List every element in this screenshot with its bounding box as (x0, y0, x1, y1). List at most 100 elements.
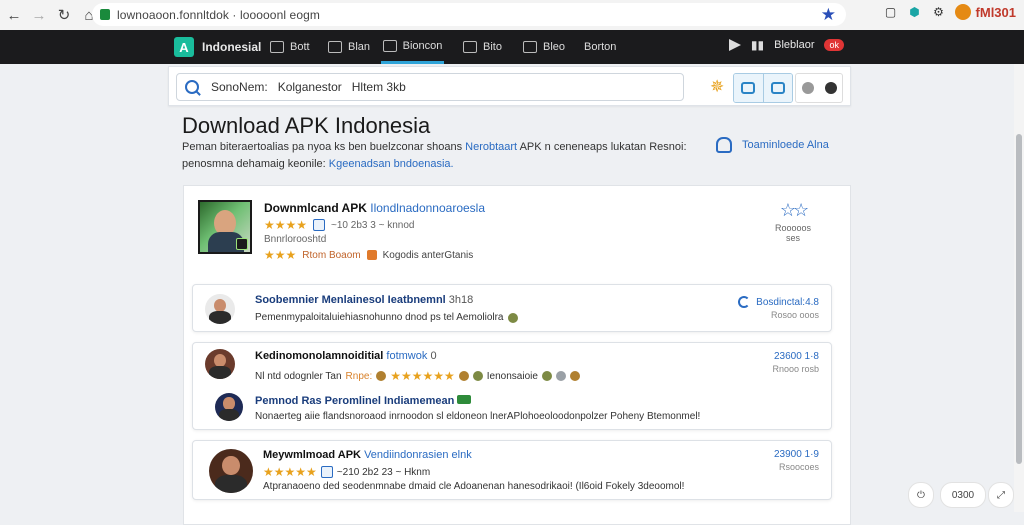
tag-text: Kogodis anterGtanis (382, 249, 474, 261)
list-item-meta-row: ★★★★★ ~210 2b2 23 ~ Hknm (263, 465, 430, 479)
title-text: Pemnod Ras Peromlinel (255, 395, 381, 407)
title-text: Meywmlmoad APK (263, 449, 362, 461)
subtitle-text: Atpranaoeno ded seodenmnabe dmaid cle Ad… (263, 481, 685, 492)
list-icon (770, 82, 785, 94)
shield-icon[interactable]: ⬢ (907, 4, 923, 20)
user-menu-label[interactable]: Bleblaor (774, 39, 814, 51)
avatar[interactable] (824, 82, 837, 94)
folder-icon (382, 39, 397, 52)
download-link[interactable]: Toaminloede Alna (716, 137, 829, 153)
info-icon (320, 466, 333, 478)
refresh-icon (738, 296, 751, 308)
nav-item-2[interactable]: Blan (328, 30, 370, 64)
list-item-subtitle: Atpranaoeno ded seodenmnabe dmaid cle Ad… (263, 481, 684, 492)
nav-item-4[interactable]: Bito (463, 30, 502, 64)
view-toggle (733, 73, 793, 103)
zoom-control[interactable]: 0300 (940, 482, 986, 508)
list-item-title[interactable]: Soobemnier Menlainesol Ieatbnemnl 3h18 (255, 294, 473, 306)
list-item[interactable]: Meywmlmoad APK Vendiindonrasien elnk ★★★… (192, 440, 832, 500)
desc-link[interactable]: Kgeenadsan bndoenasia. (329, 158, 454, 170)
profile-label: fMl301 (975, 4, 1016, 20)
nav-item-label: Bioncon (402, 39, 443, 52)
browser-toolbar: ← → ↻ ⌂ lownoaoon.fonnltdok · looooonl e… (0, 0, 1024, 30)
profile-button[interactable]: fMl301 (954, 4, 1016, 20)
bookmark-star-icon[interactable]: ★ (821, 5, 836, 25)
rating-text: Rtom Boaom (302, 249, 361, 261)
nested-item-subtitle: Nonaerteg aiie flandsnoroaod inrnoodon s… (255, 411, 701, 422)
expand-icon[interactable]: ⤢ (988, 482, 1014, 508)
favorite-label: Rooooos ses (774, 223, 812, 243)
app-thumbnail[interactable] (198, 200, 252, 254)
nav-item-label: Blan (348, 41, 371, 53)
address-bar[interactable]: lownoaoon.fonnltdok · looooonl eogm ★ (92, 3, 846, 26)
search-box[interactable] (176, 73, 684, 101)
emoji-icon (458, 371, 469, 381)
title-text: Kedinomonolamnoiditial (255, 350, 384, 362)
lock-icon[interactable]: ▢ (883, 4, 899, 20)
search-input[interactable] (209, 79, 673, 95)
rating-stars-icon: ★★★ (264, 248, 297, 262)
back-icon[interactable]: ← (3, 4, 25, 26)
list-item-title[interactable]: Meywmlmoad APK Vendiindonrasien elnk (263, 449, 472, 461)
subtitle-text: Nl ntd odognler Tan (255, 370, 342, 382)
scrollbar-thumb[interactable] (1016, 134, 1022, 464)
box-icon (523, 41, 537, 53)
nav-item-3[interactable]: Bioncon (381, 30, 444, 64)
featured-title[interactable]: Downmlcand APK Ilondlnadonnoaroesla (264, 201, 485, 215)
featured-meta-text: ~10 2b3 3 ~ knnod (331, 219, 415, 231)
grid-icon (270, 41, 284, 53)
nav-item-1[interactable]: Bott (270, 30, 310, 64)
nav-item-6[interactable]: Borton (584, 30, 616, 64)
forward-icon[interactable]: → (28, 4, 50, 26)
nav-item-label: Bito (483, 41, 502, 53)
list-item[interactable]: Kedinomonolamnoiditial fotmwok 0 Nl ntd … (192, 342, 832, 430)
desc-text: Peman biteraertoalias pa nyoa ks ben bue… (182, 141, 463, 153)
lock-icon (100, 9, 110, 20)
emoji-icon (541, 371, 552, 381)
title-rest: Menlainesol Ieatbnemnl (321, 294, 446, 306)
app-list-card: Downmlcand APK Ilondlnadonnoaroesla ★★★★… (183, 185, 851, 525)
nav-actions: ▮▮ Bleblaor ok (728, 38, 844, 52)
tv-icon (463, 41, 477, 53)
featured-title-link[interactable]: Ilondlnadonnoaroesla (370, 201, 485, 215)
tag-icon (507, 312, 518, 323)
scrollbar[interactable] (1014, 64, 1024, 512)
page-title: Download APK Indonesia (182, 113, 431, 138)
list-view-button[interactable] (763, 74, 792, 102)
site-navbar: A Indonesial Bott Blan Bioncon Bito Bleo… (0, 30, 1024, 64)
nav-item-5[interactable]: Bleo (523, 30, 565, 64)
nav-item-label: Bleo (543, 41, 566, 53)
url-text: lownoaoon.fonnltdok · looooonl eogm (117, 7, 320, 22)
nested-item-title[interactable]: Pemnod Ras Peromlinel Indiamemean (255, 395, 472, 407)
favorite-button[interactable]: ☆☆ Rooooos ses (768, 200, 818, 243)
meta-sub: Rsoocoes (778, 462, 819, 472)
featured-app[interactable]: Downmlcand APK Ilondlnadonnoaroesla ★★★★… (198, 200, 818, 272)
star-icon[interactable]: ✵ (710, 77, 724, 97)
subtitle-text: Pemenmypaloitaluiehiasnohunno dnod ps te… (255, 312, 504, 323)
equalizer-icon[interactable]: ▮▮ (751, 38, 764, 52)
title-rest: Indiamemean (384, 395, 455, 407)
list-item[interactable]: Soobemnier Menlainesol Ieatbnemnl 3h18 P… (192, 284, 832, 332)
logo-icon: A (174, 37, 194, 57)
download-count[interactable]: Bosdinctal:4.8 (738, 296, 819, 308)
list-item-meta: 23900 1·9 Rsoocoes (774, 449, 819, 472)
reload-icon[interactable]: ↻ (53, 4, 75, 26)
nav-item-label: Bott (290, 41, 310, 53)
brand[interactable]: A Indonesial (174, 37, 261, 57)
grid-view-button[interactable] (734, 74, 764, 102)
flag-icon[interactable] (728, 39, 741, 51)
info-icon (313, 219, 326, 231)
user-icon[interactable] (801, 82, 814, 94)
featured-rating-row: ★★★ Rtom Boaom Kogodis anterGtanis (264, 248, 473, 262)
power-button[interactable]: ⏻ (908, 482, 934, 508)
notification-badge[interactable]: ok (824, 39, 844, 51)
rating-stars-icon: ★★★★ (264, 218, 308, 232)
nav-item-label: Borton (584, 41, 617, 53)
avatar (215, 393, 243, 421)
subtitle-tail: Ienonsaioie (486, 370, 538, 382)
settings-icon[interactable]: ⚙ (931, 4, 947, 20)
meta-text: ~210 2b2 23 ~ Hknm (336, 466, 431, 478)
grid-icon (741, 82, 756, 94)
desc-link[interactable]: Nerobtaart (465, 141, 517, 153)
list-item-title[interactable]: Kedinomonolamnoiditial fotmwok 0 (255, 350, 437, 362)
